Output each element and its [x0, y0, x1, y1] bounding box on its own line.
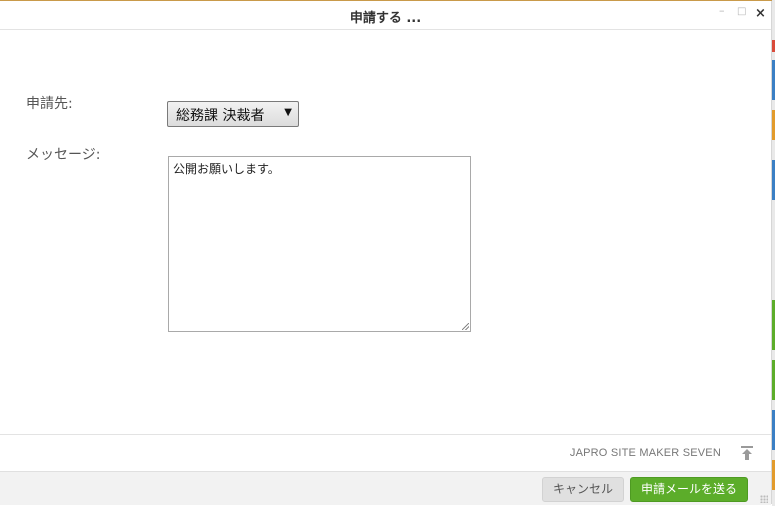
destination-select[interactable]: 総務課 決裁者 ▼ — [167, 101, 299, 127]
minimize-icon[interactable]: – — [719, 4, 725, 17]
maximize-icon[interactable]: □ — [737, 6, 746, 17]
destination-label: 申請先: — [26, 96, 73, 112]
cancel-button[interactable]: キャンセル — [542, 477, 624, 502]
dialog-button-bar: キャンセル 申請メールを送る — [0, 471, 771, 505]
message-label: メッセージ: — [26, 147, 101, 163]
close-icon[interactable]: × — [755, 6, 766, 21]
destination-select-value: 総務課 決裁者 — [176, 108, 265, 124]
apply-dialog: 申請する ... – □ × 申請先: 総務課 決裁者 ▼ メッセージ: 公開お… — [0, 1, 772, 505]
message-text: 公開お願いします。 — [173, 162, 280, 176]
dialog-titlebar[interactable]: 申請する ... – □ × — [0, 1, 771, 30]
dropdown-arrow-icon: ▼ — [284, 107, 292, 118]
resize-grip-icon[interactable] — [462, 323, 469, 330]
dialog-resize-handle[interactable] — [760, 495, 768, 503]
footer-divider — [0, 434, 771, 435]
send-application-button[interactable]: 申請メールを送る — [630, 477, 748, 502]
message-textarea[interactable]: 公開お願いします。 — [168, 156, 471, 332]
dialog-title: 申請する ... — [349, 11, 422, 26]
brand-label: JAPRO SITE MAKER SEVEN — [569, 447, 721, 459]
scroll-to-top-icon[interactable] — [740, 445, 754, 461]
